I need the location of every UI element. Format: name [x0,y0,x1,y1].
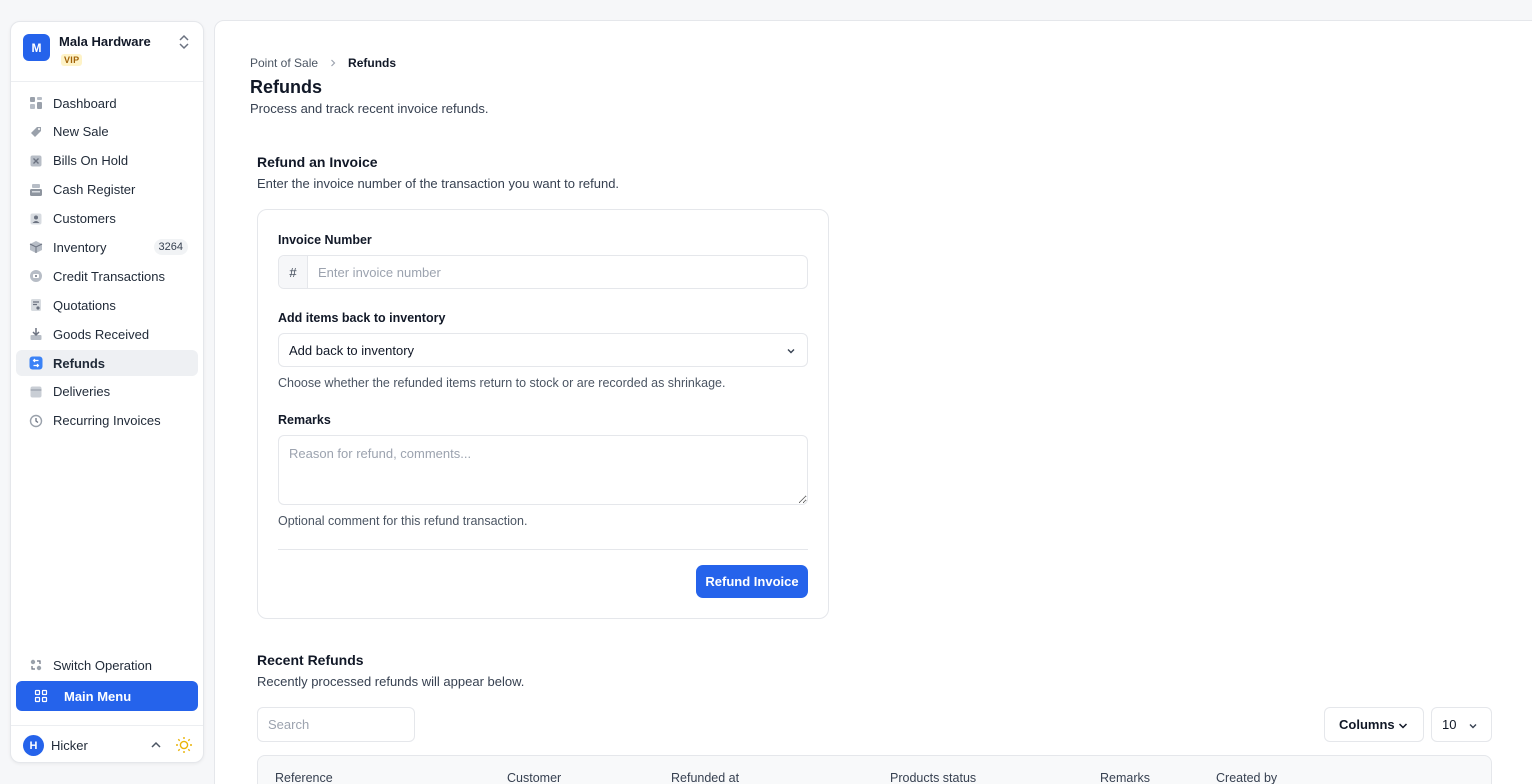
sidebar-item-quotations[interactable]: Quotations [16,292,198,318]
sidebar-item-label: Inventory [53,239,107,255]
invoice-number-input[interactable] [308,256,807,288]
breadcrumb-current: Refunds [348,56,397,70]
sidebar-item-label: Dashboard [53,95,117,111]
sidebar-item-inventory[interactable]: Inventory 3264 [16,234,198,260]
invoice-number-label: Invoice Number [278,233,372,247]
inventory-select[interactable]: Add back to inventory [278,333,808,367]
sidebar-item-credit-transactions[interactable]: Credit Transactions [16,263,198,289]
delivery-icon [30,386,42,398]
sidebar-item-label: Credit Transactions [53,268,165,284]
chevron-right-icon [331,59,336,67]
column-header-created-by[interactable]: Created by [1216,771,1277,784]
column-header-customer[interactable]: Customer [507,771,561,784]
chevron-up-icon[interactable] [150,740,162,750]
sidebar-item-label: Cash Register [53,182,136,198]
sun-icon[interactable] [175,736,193,754]
sidebar-item-goods-received[interactable]: Goods Received [16,321,198,347]
sidebar-item-label: New Sale [53,124,109,140]
inventory-select-value: Add back to inventory [289,342,415,358]
remarks-help-text: Optional comment for this refund transac… [278,514,528,528]
sidebar-item-recurring-invoices[interactable]: Recurring Invoices [16,408,198,434]
page-title: Refunds [250,77,322,97]
inventory-help-text: Choose whether the refunded items return… [278,376,726,390]
chevron-down-icon [787,349,795,354]
refund-icon [29,356,43,370]
form-divider [278,549,808,550]
grid-icon [34,689,48,703]
page-subtitle: Process and track recent invoice refunds… [250,101,489,116]
sidebar-item-dashboard[interactable]: Dashboard [16,90,198,116]
chevron-up-down-icon[interactable] [177,34,191,50]
sidebar-item-label: Deliveries [53,384,111,400]
refund-form-card: Invoice Number # Add items back to inven… [257,209,829,619]
register-icon [30,183,42,196]
refund-invoice-button[interactable]: Refund Invoice [696,565,808,598]
breadcrumb-parent[interactable]: Point of Sale [250,56,318,70]
sidebar-item-customers[interactable]: Customers [16,206,198,232]
org-avatar: M [23,34,50,61]
sidebar-item-label: Customers [53,211,116,227]
sidebar-item-label: Bills On Hold [53,153,129,169]
switch-icon [30,659,42,671]
refund-section-subtitle: Enter the invoice number of the transact… [257,176,620,191]
hash-prefix: # [279,256,308,288]
refunds-table-header: Reference Customer Refunded at Products … [257,755,1492,784]
invoice-number-group: # [278,255,808,289]
columns-label: Columns [1339,717,1395,732]
box-icon [29,241,43,254]
hold-icon [30,155,42,167]
recent-refunds-subtitle: Recently processed refunds will appear b… [257,674,525,689]
download-icon [30,328,42,341]
user-menu[interactable]: H Hicker [11,725,203,763]
switch-operation-button[interactable]: Switch Operation [16,652,198,678]
user-avatar: H [23,735,44,756]
user-name: Hicker [51,738,88,753]
sidebar: M Mala Hardware VIP Dashboard New Sale B… [10,21,204,763]
dashboard-icon [30,97,42,109]
sidebar-item-label: Quotations [53,297,116,313]
columns-button[interactable]: Columns [1324,707,1424,742]
vip-badge: VIP [61,54,83,66]
org-switcher[interactable]: M Mala Hardware VIP [11,22,203,82]
column-header-refunded-at[interactable]: Refunded at [671,771,739,784]
inventory-label: Add items back to inventory [278,311,446,325]
org-name: Mala Hardware [59,34,151,49]
chevron-down-icon [1469,724,1477,729]
tag-icon [31,126,41,137]
column-header-reference[interactable]: Reference [275,771,333,784]
sidebar-item-label: Recurring Invoices [53,413,161,429]
remarks-label: Remarks [278,413,331,427]
column-header-products-status[interactable]: Products status [890,771,976,784]
sidebar-item-deliveries[interactable]: Deliveries [16,379,198,405]
switch-operation-label: Switch Operation [53,657,152,673]
credit-icon [30,270,42,283]
remarks-textarea[interactable] [278,435,808,505]
sidebar-nav: Dashboard New Sale Bills On Hold Cash Re… [16,90,198,437]
column-header-remarks[interactable]: Remarks [1100,771,1150,784]
main-menu-button[interactable]: Main Menu [16,681,198,711]
sidebar-item-bills-on-hold[interactable]: Bills On Hold [16,148,198,174]
main-menu-label: Main Menu [64,688,132,704]
customers-icon [30,213,42,225]
refund-section-title: Refund an Invoice [257,154,378,170]
sidebar-item-new-sale[interactable]: New Sale [16,119,198,145]
inventory-count-badge: 3264 [153,239,188,256]
sidebar-item-label: Goods Received [53,326,150,342]
page-size-value: 10 [1442,717,1457,732]
sidebar-item-cash-register[interactable]: Cash Register [16,177,198,203]
chevron-down-icon [1398,723,1408,729]
recent-refunds-title: Recent Refunds [257,652,364,668]
search-input[interactable] [257,707,415,742]
sidebar-item-refunds[interactable]: Refunds [16,350,198,377]
breadcrumb: Point of Sale Refunds [250,56,396,70]
page-size-select[interactable]: 10 [1431,707,1492,742]
main-panel: Point of Sale Refunds Refunds Process an… [214,20,1532,784]
quotation-icon [31,299,41,312]
recurring-icon [29,414,43,427]
sidebar-item-label: Refunds [53,355,105,371]
